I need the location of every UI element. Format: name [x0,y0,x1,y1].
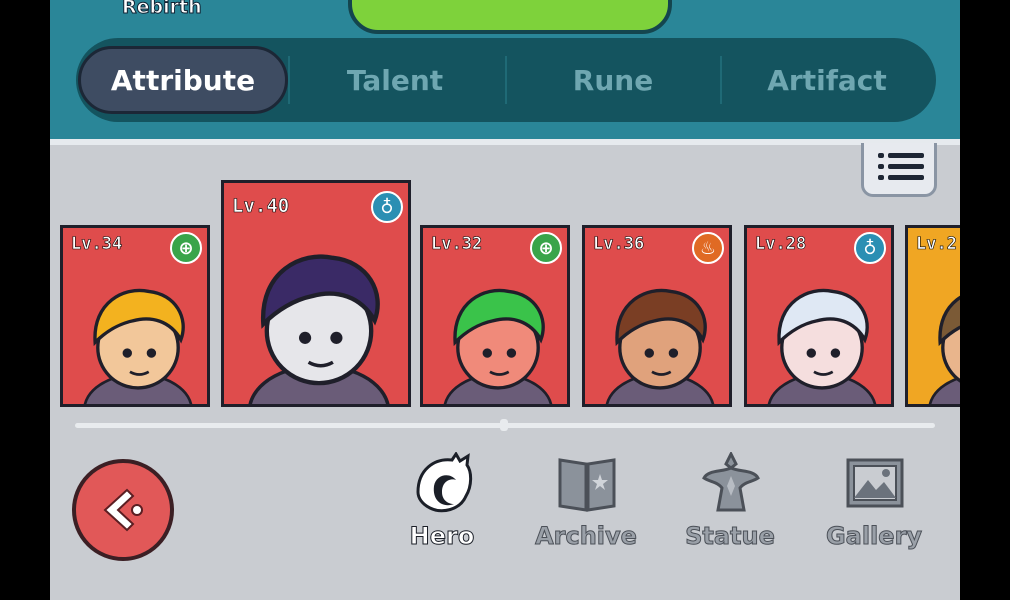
tab-rune[interactable]: Rune [508,46,718,114]
hero-portrait [248,254,390,404]
hero-level: Lv.2 [916,234,958,255]
nature-icon: ⊕ [170,232,202,264]
water-icon: ♁ [854,232,886,264]
header-bar: Rebirth Attribute Talent Rune Artifact [50,0,960,145]
book-icon [558,458,616,512]
rebirth-label[interactable]: Rebirth [122,0,203,19]
fire-icon: ♨ [692,232,724,264]
header-divider [50,139,960,145]
hero-icon [416,452,473,513]
back-button[interactable] [72,459,174,561]
hero-level: Lv.36 [593,234,645,255]
hero-portrait [767,288,877,404]
nav-gallery-label: Gallery [825,522,923,551]
hero-portrait [443,288,553,404]
hero-portrait [605,288,715,404]
nav-gallery[interactable]: Gallery [819,452,929,562]
tab-artifact[interactable]: Artifact [722,46,932,114]
tab-attribute[interactable]: Attribute [78,46,288,114]
nav-hero-label: Hero [409,522,475,551]
tab-divider [505,56,507,104]
back-arrow-icon [103,488,143,532]
hero-portrait [83,288,193,404]
list-view-button[interactable] [861,143,937,197]
nav-hero[interactable]: Hero [387,452,497,562]
top-green-button[interactable] [348,0,672,34]
game-screen: Rebirth Attribute Talent Rune Artifact L… [50,0,960,600]
nav-archive-label: Archive [535,522,638,551]
tab-talent[interactable]: Talent [290,46,500,114]
statue-icon [702,452,760,512]
hero-card[interactable]: Lv.2 [905,225,960,407]
hero-level: Lv.32 [431,234,483,255]
nav-statue[interactable]: Statue [675,452,785,562]
hero-card[interactable]: Lv.32 ⊕ [420,225,570,407]
hero-portrait [928,295,960,404]
hero-card[interactable]: Lv.28 ♁ [744,225,894,407]
nav-archive[interactable]: Archive [531,452,641,562]
hero-level: Lv.34 [71,234,123,255]
water-icon: ♁ [371,191,403,223]
hero-level: Lv.40 [232,195,290,218]
hero-card[interactable]: Lv.34 ⊕ [60,225,210,407]
hero-card[interactable]: Lv.40 ♁ [221,180,411,407]
hero-level: Lv.28 [755,234,807,255]
hero-card[interactable]: Lv.36 ♨ [582,225,732,407]
tab-bar: Attribute Talent Rune Artifact [76,38,936,122]
hero-scroll-handle[interactable] [500,419,508,431]
nature-icon: ⊕ [530,232,562,264]
nav-statue-label: Statue [685,522,776,551]
gallery-icon [846,458,904,508]
